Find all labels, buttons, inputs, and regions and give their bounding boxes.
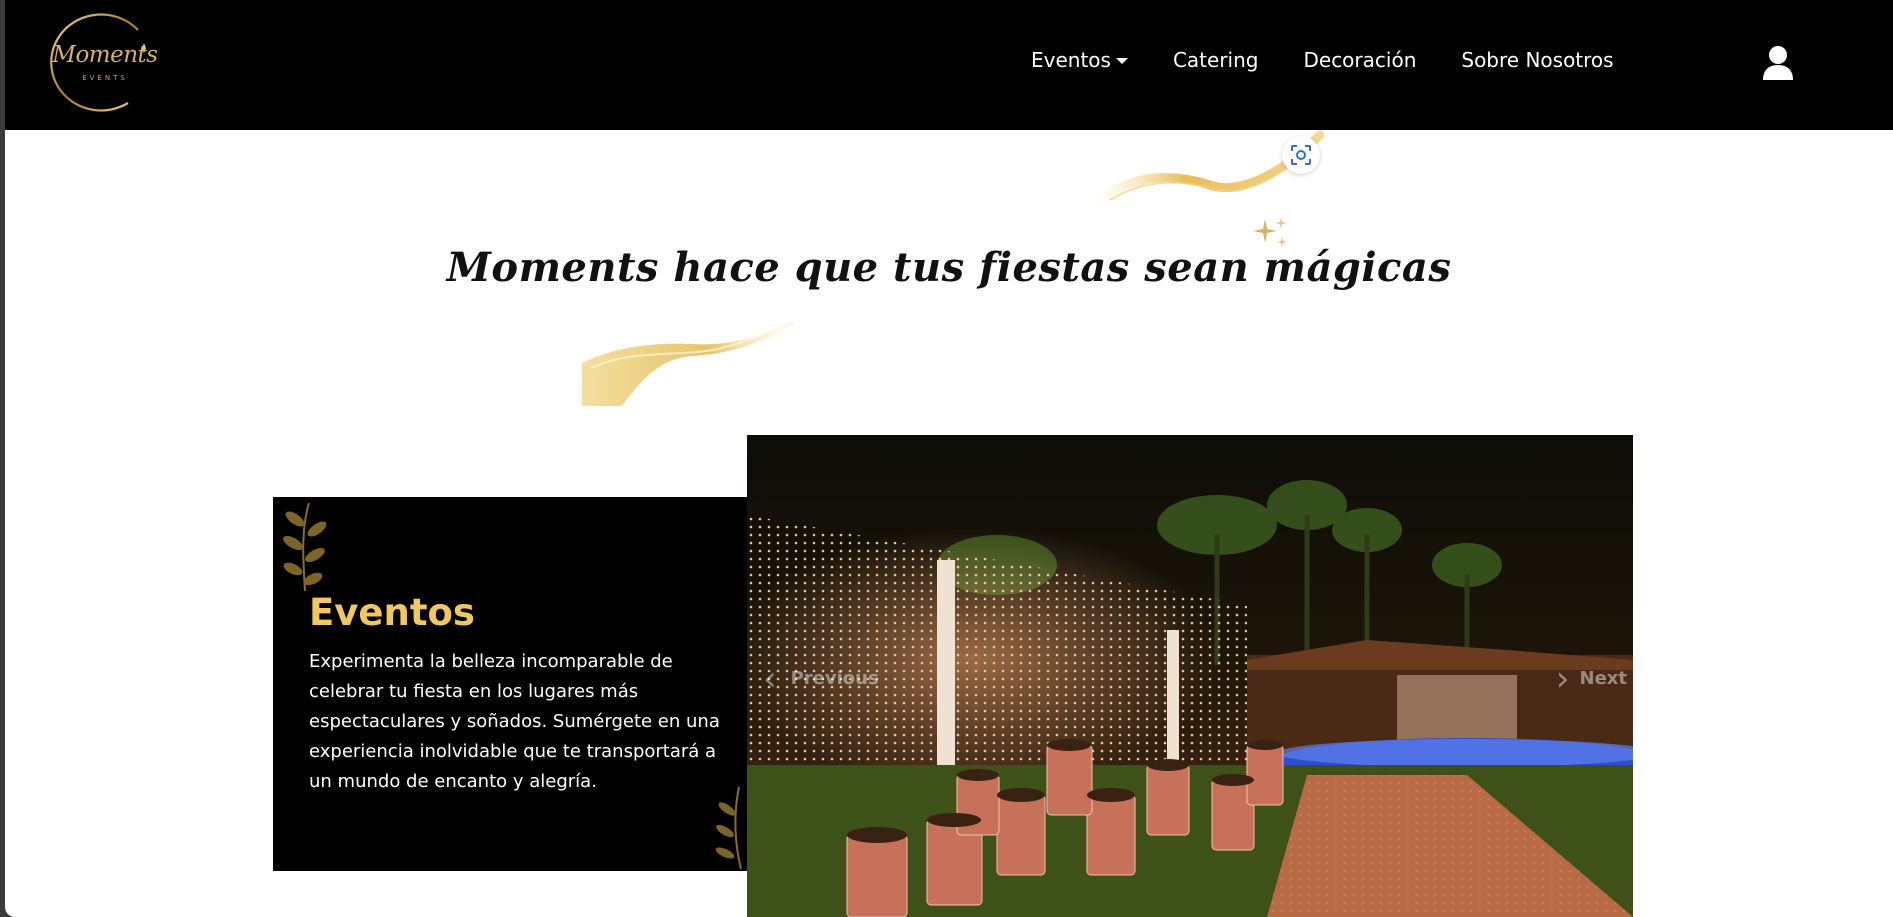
carousel-prev-label: Previous [790, 668, 879, 689]
section-title: Eventos [309, 591, 475, 634]
nav-item-catering-label: Catering [1172, 48, 1259, 72]
page: Moments EVENTS Eventos Catering Decoraci… [5, 0, 1893, 917]
leaf-decoration-icon-bottom [715, 786, 742, 870]
nav-item-decoracion-label: Decoración [1303, 48, 1417, 72]
hero-title: Moments hace que tus fiestas sean mágica… [446, 244, 1452, 291]
carousel-prev-button[interactable]: ‹ Previous [763, 658, 879, 699]
carousel-next-button[interactable]: › Next [1555, 658, 1628, 699]
chevron-left-icon: ‹ [763, 658, 777, 699]
visual-search-button[interactable] [1282, 136, 1320, 174]
user-icon[interactable] [1761, 45, 1795, 81]
carousel-event-photo [747, 435, 1633, 917]
nav-item-eventos[interactable]: Eventos [1031, 48, 1128, 72]
caret-down-icon [1115, 57, 1128, 64]
navbar: Moments EVENTS Eventos Catering Decoraci… [5, 0, 1893, 130]
gold-swirl-decoration-bottom [582, 321, 797, 406]
logo-subtitle: EVENTS [82, 74, 128, 82]
chevron-right-icon: › [1555, 658, 1570, 699]
visual-search-icon [1291, 145, 1311, 165]
logo-script: Moments [52, 42, 158, 68]
nav-item-catering[interactable]: Catering [1173, 48, 1259, 72]
nav-item-eventos-label: Eventos [1031, 48, 1111, 72]
nav-menu: Eventos Catering Decoración Sobre Nosotr… [1031, 48, 1659, 72]
section-description: Experimenta la belleza incomparable de c… [309, 651, 720, 792]
event-card: Eventos Experimenta la belleza incompara… [273, 497, 747, 871]
event-carousel[interactable]: ‹ Previous › Next [747, 435, 1633, 917]
leaf-decoration-icon [283, 502, 327, 592]
carousel-next-label: Next [1579, 668, 1628, 689]
brand-logo[interactable]: Moments EVENTS [42, 8, 158, 114]
nav-item-decoracion[interactable]: Decoración [1303, 48, 1416, 72]
nav-item-sobre-nosotros[interactable]: Sobre Nosotros [1461, 48, 1613, 72]
nav-item-sobre-nosotros-label: Sobre Nosotros [1461, 48, 1614, 72]
